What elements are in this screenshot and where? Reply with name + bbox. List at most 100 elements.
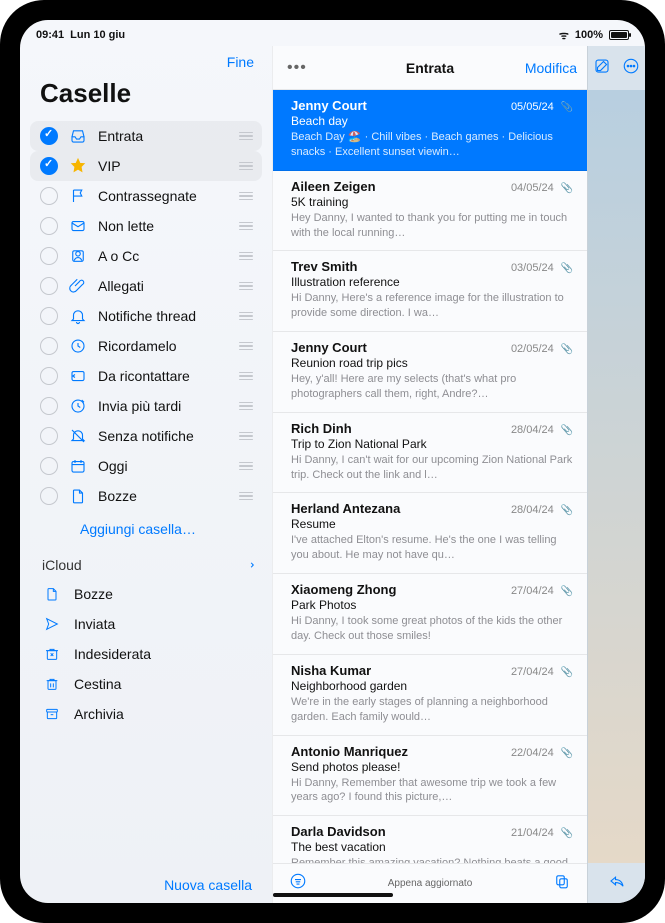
mailbox-row-clocksend[interactable]: Invia più tardi [30, 391, 262, 421]
message-preview: I've attached Elton's resume. He's the o… [291, 533, 573, 563]
done-button[interactable]: Fine [227, 54, 254, 70]
checkbox-icon[interactable] [40, 307, 58, 325]
checkbox-icon[interactable] [40, 127, 58, 145]
reorder-handle[interactable] [238, 492, 254, 501]
mailbox-row-mail[interactable]: Non lette [30, 211, 262, 241]
paperclip-icon: 📎 [558, 828, 573, 839]
paperclip-icon: 📎 [558, 425, 573, 436]
mailbox-row-clock[interactable]: Ricordamelo [30, 331, 262, 361]
account-folder-junk[interactable]: Indesiderata [24, 639, 268, 669]
mailbox-label: Non lette [98, 218, 238, 234]
person-icon [68, 246, 88, 266]
folder-label: Inviata [74, 616, 115, 632]
status-date: Lun 10 giu [70, 29, 125, 41]
paperclip-icon: 📎 [558, 505, 573, 516]
message-row[interactable]: Aileen Zeigen04/05/24 📎5K trainingHey Da… [273, 171, 587, 252]
reorder-handle[interactable] [238, 162, 254, 171]
mailbox-row-mailreply[interactable]: Da ricontattare [30, 361, 262, 391]
reorder-handle[interactable] [238, 402, 254, 411]
mailbox-row-flag[interactable]: Contrassegnate [30, 181, 262, 211]
organize-icon[interactable] [553, 872, 571, 895]
message-sender: Antonio Manriquez [291, 744, 408, 759]
doc-icon [42, 584, 62, 604]
paperclip-icon: 📎 [558, 263, 573, 274]
clock-icon [68, 336, 88, 356]
new-mailbox-button[interactable]: Nuova casella [24, 867, 268, 903]
message-row[interactable]: Trev Smith03/05/24 📎Illustration referen… [273, 251, 587, 332]
message-row[interactable]: Nisha Kumar27/04/24 📎Neighborhood garden… [273, 655, 587, 736]
mailbox-row-person[interactable]: A o Cc [30, 241, 262, 271]
message-sender: Rich Dinh [291, 421, 352, 436]
account-folder-doc[interactable]: Bozze [24, 579, 268, 609]
mailbox-label: Senza notifiche [98, 428, 238, 444]
message-preview-pane [587, 46, 645, 903]
message-sender: Jenny Court [291, 98, 367, 113]
clocksend-icon [68, 396, 88, 416]
reorder-handle[interactable] [238, 462, 254, 471]
edit-button[interactable]: Modifica [525, 60, 577, 76]
account-folder-trash[interactable]: Cestina [24, 669, 268, 699]
message-date: 02/05/24 📎 [511, 343, 573, 355]
message-date: 22/04/24 📎 [511, 747, 573, 759]
mailbox-label: Ricordamelo [98, 338, 238, 354]
checkbox-icon[interactable] [40, 277, 58, 295]
more-icon[interactable]: ••• [287, 59, 307, 77]
account-folder-send[interactable]: Inviata [24, 609, 268, 639]
checkbox-icon[interactable] [40, 427, 58, 445]
checkbox-icon[interactable] [40, 187, 58, 205]
status-time: 09:41 [36, 29, 64, 41]
mailbox-label: Allegati [98, 278, 238, 294]
reorder-handle[interactable] [238, 342, 254, 351]
message-row[interactable]: Jenny Court05/05/24 📎Beach dayBeach Day … [273, 90, 587, 171]
mailbox-row-bellslash[interactable]: Senza notifiche [30, 421, 262, 451]
reorder-handle[interactable] [238, 372, 254, 381]
reorder-handle[interactable] [238, 252, 254, 261]
front-camera [313, 8, 353, 14]
message-row[interactable]: Jenny Court02/05/24 📎Reunion road trip p… [273, 332, 587, 413]
add-mailbox-link[interactable]: Aggiungi casella… [24, 511, 268, 551]
reorder-handle[interactable] [238, 132, 254, 141]
mailbox-row-star[interactable]: VIP [30, 151, 262, 181]
mailbox-label: Bozze [98, 488, 238, 504]
mailbox-row-doc[interactable]: Bozze [30, 481, 262, 511]
compose-icon[interactable] [593, 57, 611, 80]
message-row[interactable]: Antonio Manriquez22/04/24 📎Send photos p… [273, 736, 587, 817]
home-indicator[interactable] [273, 893, 393, 897]
mailbox-label: Da ricontattare [98, 368, 238, 384]
message-preview: Hey, y'all! Here are my selects (that's … [291, 372, 573, 402]
reply-icon[interactable] [608, 872, 626, 895]
reorder-handle[interactable] [238, 192, 254, 201]
mailbox-row-bell[interactable]: Notifiche thread [30, 301, 262, 331]
checkbox-icon[interactable] [40, 337, 58, 355]
account-folder-archive[interactable]: Archivia [24, 699, 268, 729]
message-row[interactable]: Rich Dinh28/04/24 📎Trip to Zion National… [273, 413, 587, 494]
mailbox-row-paperclip[interactable]: Allegati [30, 271, 262, 301]
checkbox-icon[interactable] [40, 157, 58, 175]
message-row[interactable]: Herland Antezana28/04/24 📎ResumeI've att… [273, 493, 587, 574]
checkbox-icon[interactable] [40, 487, 58, 505]
message-date: 03/05/24 📎 [511, 262, 573, 274]
message-row[interactable]: Xiaomeng Zhong27/04/24 📎Park PhotosHi Da… [273, 574, 587, 655]
checkbox-icon[interactable] [40, 217, 58, 235]
reorder-handle[interactable] [238, 312, 254, 321]
checkbox-icon[interactable] [40, 367, 58, 385]
mailbox-row-inbox[interactable]: Entrata [30, 121, 262, 151]
message-preview: Remember this amazing vacation? Nothing … [291, 856, 573, 863]
mailbox-label: Entrata [98, 128, 238, 144]
message-sender: Darla Davidson [291, 824, 386, 839]
more-actions-icon[interactable] [622, 57, 640, 80]
mailbox-label: Invia più tardi [98, 398, 238, 414]
chevron-down-icon: ⌃ [242, 560, 256, 570]
checkbox-icon[interactable] [40, 397, 58, 415]
checkbox-icon[interactable] [40, 457, 58, 475]
message-subject: Neighborhood garden [291, 679, 573, 693]
account-header[interactable]: iCloud⌃ [24, 551, 268, 579]
battery-icon [609, 30, 629, 40]
filter-icon[interactable] [289, 872, 307, 895]
reorder-handle[interactable] [238, 432, 254, 441]
checkbox-icon[interactable] [40, 247, 58, 265]
mailbox-row-calendar[interactable]: Oggi [30, 451, 262, 481]
reorder-handle[interactable] [238, 282, 254, 291]
message-row[interactable]: Darla Davidson21/04/24 📎The best vacatio… [273, 816, 587, 863]
reorder-handle[interactable] [238, 222, 254, 231]
